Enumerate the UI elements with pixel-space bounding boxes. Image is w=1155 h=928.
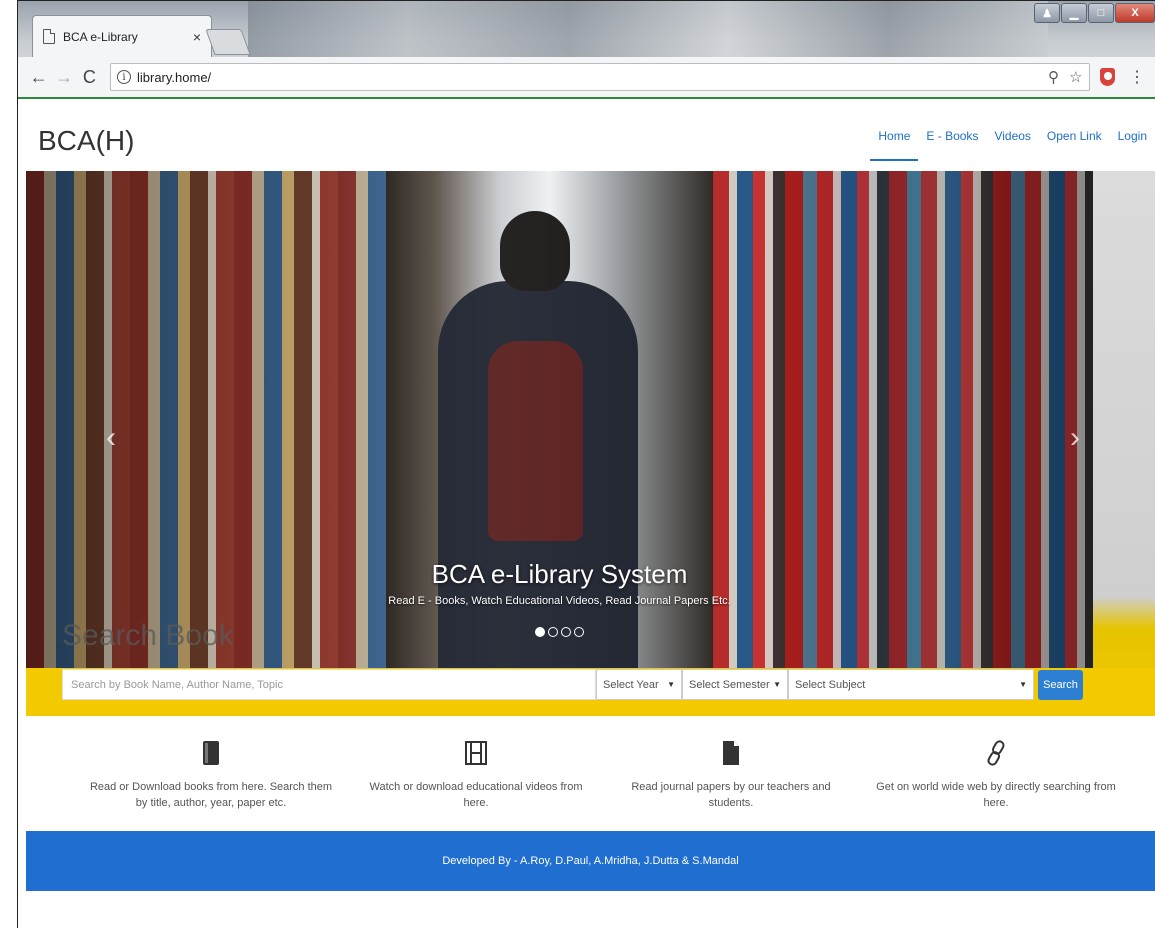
- tab-title: BCA e-Library: [63, 29, 138, 44]
- nav-open-link[interactable]: Open Link: [1039, 127, 1110, 161]
- subject-select[interactable]: Select Subject ▼: [788, 669, 1034, 700]
- zoom-icon[interactable]: ⚲: [1048, 68, 1059, 86]
- close-window-button[interactable]: X: [1115, 3, 1155, 23]
- window-background: [248, 1, 1048, 57]
- star-icon[interactable]: ☆: [1069, 68, 1082, 86]
- menu-icon[interactable]: ⋮: [1129, 67, 1145, 87]
- page-icon: [43, 29, 55, 44]
- footer-credits: Developed By - A.Roy, D.Paul, A.Mridha, …: [442, 855, 739, 867]
- carousel-prev-icon[interactable]: ‹: [106, 421, 116, 455]
- carousel-next-icon[interactable]: ›: [1070, 421, 1080, 455]
- tab-close-icon[interactable]: ×: [193, 29, 201, 45]
- year-select-label: Select Year: [603, 678, 659, 691]
- file-icon: [723, 741, 739, 765]
- feature-journals: Read journal papers by our teachers and …: [616, 740, 846, 811]
- carousel-dot[interactable]: [574, 627, 584, 637]
- subject-select-label: Select Subject: [795, 678, 866, 691]
- book-icon: [203, 741, 219, 765]
- new-tab-button[interactable]: [205, 29, 251, 55]
- hero-title: BCA e-Library System: [431, 559, 688, 589]
- forward-icon[interactable]: →: [53, 67, 74, 88]
- reload-icon[interactable]: C: [79, 67, 100, 88]
- address-bar[interactable]: i library.home/ ⚲ ☆: [109, 63, 1090, 91]
- feature-text: Get on world wide web by directly search…: [876, 781, 1116, 809]
- link-icon: [987, 740, 1005, 766]
- feature-text: Read or Download books from here. Search…: [89, 781, 333, 809]
- back-icon[interactable]: ←: [28, 67, 49, 88]
- info-icon[interactable]: i: [116, 70, 131, 84]
- site-navbar: BCA(H) Home E - Books Videos Open Link L…: [18, 99, 1155, 171]
- nav-videos[interactable]: Videos: [986, 127, 1038, 161]
- minimize-button[interactable]: ▁: [1061, 3, 1087, 23]
- browser-toolbar: ← → C i library.home/ ⚲ ☆ ⋮: [18, 57, 1155, 97]
- page-right-margin: [1093, 171, 1155, 703]
- browser-tab[interactable]: BCA e-Library ×: [32, 15, 212, 57]
- nav-menu: Home E - Books Videos Open Link Login: [870, 127, 1155, 161]
- year-select[interactable]: Select Year ▼: [596, 669, 682, 700]
- site-footer: Developed By - A.Roy, D.Paul, A.Mridha, …: [26, 831, 1155, 891]
- feature-videos: Watch or download educational videos fro…: [356, 740, 596, 811]
- features-row: Read or Download books from here. Search…: [26, 740, 1136, 820]
- feature-text: Read journal papers by our teachers and …: [631, 781, 831, 809]
- search-button[interactable]: Search: [1038, 670, 1083, 700]
- maximize-button[interactable]: □: [1088, 3, 1114, 23]
- carousel-dot[interactable]: [535, 627, 545, 637]
- search-heading: Search Book: [62, 619, 234, 652]
- extension-shield-icon[interactable]: [1099, 68, 1116, 86]
- carousel-dot[interactable]: [548, 627, 558, 637]
- feature-ebooks: Read or Download books from here. Search…: [86, 740, 336, 811]
- feature-links: Get on world wide web by directly search…: [866, 740, 1126, 811]
- window-controls: ♟ ▁ □ X: [1034, 3, 1155, 23]
- screenshot-frame: BCA e-Library × ♟ ▁ □ X ← → C i library.…: [0, 0, 1155, 928]
- hero-shade: [26, 171, 1093, 668]
- search-input[interactable]: Search by Book Name, Author Name, Topic: [62, 669, 596, 700]
- hero-carousel: ‹ › BCA e-Library System Read E - Books,…: [26, 171, 1093, 668]
- chevron-down-icon: ▼: [1019, 680, 1027, 689]
- semester-select-label: Select Semester: [689, 678, 770, 691]
- chevron-down-icon: ▼: [773, 680, 781, 689]
- search-bar: Search by Book Name, Author Name, Topic …: [26, 668, 1155, 716]
- nav-ebooks[interactable]: E - Books: [918, 127, 986, 161]
- chevron-down-icon: ▼: [667, 680, 675, 689]
- nav-home[interactable]: Home: [870, 127, 919, 161]
- film-icon: [465, 741, 487, 765]
- carousel-dot[interactable]: [561, 627, 571, 637]
- feature-text: Watch or download educational videos fro…: [369, 781, 583, 809]
- user-icon[interactable]: ♟: [1034, 3, 1060, 23]
- omnibox-actions: ⚲ ☆: [1048, 68, 1082, 86]
- url-text[interactable]: library.home/: [137, 70, 1048, 85]
- semester-select[interactable]: Select Semester ▼: [682, 669, 788, 700]
- browser-chrome: BCA e-Library × ♟ ▁ □ X ← → C i library.…: [18, 1, 1155, 100]
- site-brand[interactable]: BCA(H): [38, 125, 134, 157]
- nav-login[interactable]: Login: [1110, 127, 1155, 161]
- hero-subtitle: Read E - Books, Watch Educational Videos…: [388, 595, 731, 607]
